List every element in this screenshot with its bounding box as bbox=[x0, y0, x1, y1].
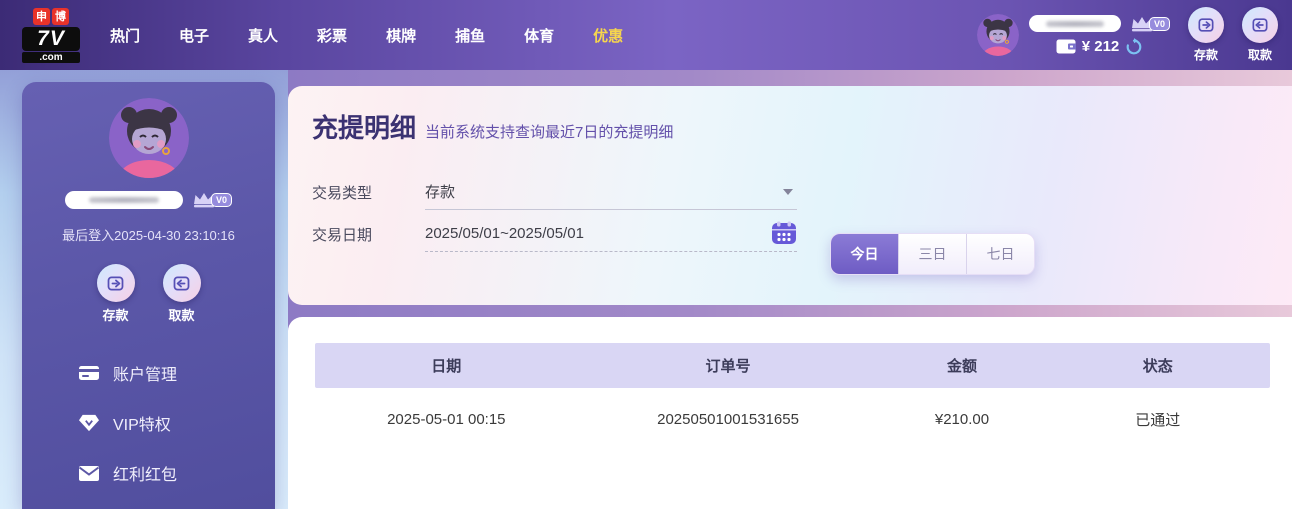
site-logo[interactable]: 申 博 7V .com bbox=[22, 7, 80, 63]
date-range-quick-buttons: 今日 三日 七日 bbox=[830, 233, 1035, 275]
avatar-illustration bbox=[976, 14, 1019, 56]
transaction-date-row: 交易日期 2025/05/01~2025/05/01 bbox=[312, 217, 1292, 252]
header-status: 状态 bbox=[1142, 358, 1173, 375]
vip-level: V0 bbox=[1129, 15, 1170, 33]
nav-item-sports[interactable]: 体育 bbox=[524, 25, 554, 46]
table-row: 2025-05-01 00:15 20250501001531655 ¥210.… bbox=[315, 388, 1270, 450]
sidebar-username-pill bbox=[64, 191, 183, 209]
logo-name: 7V bbox=[22, 26, 80, 51]
nav-item-fishing[interactable]: 捕鱼 bbox=[455, 25, 485, 46]
cell-order-no: 20250501001531655 bbox=[657, 410, 799, 428]
page-subtitle: 当前系统支持查询最近7日的充提明细 bbox=[425, 124, 674, 141]
deposit-icon bbox=[96, 264, 135, 302]
balance-row: ¥ 212 bbox=[1029, 37, 1170, 56]
sidebar-quick-actions: 存款 取款 bbox=[22, 264, 275, 324]
range-button-today[interactable]: 今日 bbox=[831, 234, 899, 274]
nav-withdraw-button[interactable]: 取款 bbox=[1242, 7, 1278, 63]
username-pill[interactable] bbox=[1028, 15, 1121, 32]
sidebar-withdraw-button[interactable]: 取款 bbox=[162, 264, 201, 324]
username-blurred bbox=[1046, 20, 1104, 27]
vip-badge: V0 bbox=[1148, 16, 1170, 31]
logo-badge-left: 申 bbox=[33, 7, 50, 25]
filter-panel: 充提明细 当前系统支持查询最近7日的充提明细 交易类型 存款 交易日期 2025… bbox=[288, 86, 1292, 305]
title-row: 充提明细 当前系统支持查询最近7日的充提明细 bbox=[288, 86, 1292, 145]
calendar-icon[interactable] bbox=[771, 221, 797, 245]
withdraw-label: 取款 bbox=[1247, 48, 1272, 62]
sidebar-vip-badge: V0 bbox=[210, 193, 232, 207]
refresh-balance-icon[interactable] bbox=[1125, 37, 1143, 56]
nav-deposit-button[interactable]: 存款 bbox=[1188, 7, 1224, 63]
withdraw-label: 取款 bbox=[168, 308, 195, 323]
wallet-icon bbox=[1056, 39, 1076, 54]
page-title: 充提明细 bbox=[312, 113, 417, 143]
withdraw-icon bbox=[162, 264, 201, 302]
sidebar-item-label: 红利红包 bbox=[113, 467, 178, 484]
cell-amount: ¥210.00 bbox=[934, 410, 990, 428]
chevron-down-icon bbox=[783, 188, 793, 195]
range-button-3days[interactable]: 三日 bbox=[899, 234, 967, 274]
sidebar-vip-level: V0 bbox=[191, 191, 232, 209]
username-row: V0 bbox=[1028, 15, 1170, 33]
nav-item-board[interactable]: 棋牌 bbox=[386, 25, 416, 46]
date-range-value: 2025/05/01~2025/05/01 bbox=[425, 225, 584, 242]
deposit-icon bbox=[1188, 7, 1224, 43]
sidebar-item-label: VIP特权 bbox=[113, 417, 171, 434]
transaction-type-select[interactable]: 存款 bbox=[425, 175, 797, 210]
table-header-row: 日期 订单号 金额 状态 bbox=[315, 343, 1270, 388]
withdraw-icon bbox=[1242, 7, 1278, 43]
sidebar-avatar-illustration bbox=[108, 98, 189, 178]
navbar-user-area: V0 ¥ 212 存款 取款 bbox=[976, 7, 1278, 63]
header-amount: 金额 bbox=[946, 358, 977, 375]
avatar[interactable] bbox=[976, 14, 1019, 56]
sidebar-username-row: V0 bbox=[22, 191, 275, 209]
cell-date: 2025-05-01 00:15 bbox=[387, 410, 506, 428]
user-meta: V0 ¥ 212 bbox=[1028, 15, 1170, 56]
sidebar-deposit-button[interactable]: 存款 bbox=[96, 264, 135, 324]
sidebar-item-label: 账户管理 bbox=[113, 367, 178, 384]
sidebar-menu: 账户管理 VIP特权 红利红包 bbox=[22, 348, 275, 498]
sidebar-item-vip[interactable]: VIP特权 bbox=[22, 398, 275, 448]
nav-item-live[interactable]: 真人 bbox=[248, 25, 278, 46]
main-content: 充提明细 当前系统支持查询最近7日的充提明细 交易类型 存款 交易日期 2025… bbox=[288, 70, 1292, 509]
top-navbar: 申 博 7V .com 热门 电子 真人 彩票 棋牌 捕鱼 体育 优惠 V0 ¥… bbox=[0, 0, 1292, 70]
balance-amount: ¥ 212 bbox=[1081, 38, 1120, 55]
range-button-7days[interactable]: 七日 bbox=[967, 234, 1034, 274]
main-nav: 热门 电子 真人 彩票 棋牌 捕鱼 体育 优惠 bbox=[110, 25, 623, 46]
sidebar-username-blurred bbox=[88, 197, 160, 203]
deposit-label: 存款 bbox=[102, 308, 129, 323]
logo-badge-right: 博 bbox=[52, 7, 69, 25]
sidebar-avatar[interactable] bbox=[108, 98, 189, 178]
nav-item-slots[interactable]: 电子 bbox=[179, 25, 209, 46]
page: 申 博 7V .com 热门 电子 真人 彩票 棋牌 捕鱼 体育 优惠 V0 ¥… bbox=[0, 0, 1292, 509]
bank-card-icon bbox=[79, 366, 99, 380]
deposit-label: 存款 bbox=[1193, 48, 1218, 62]
nav-item-promo[interactable]: 优惠 bbox=[593, 25, 623, 46]
sidebar: V0 最后登入2025-04-30 23:10:16 存款 取款 账户管理 VI… bbox=[22, 82, 275, 509]
header-date: 日期 bbox=[431, 358, 462, 375]
date-range-input[interactable]: 2025/05/01~2025/05/01 bbox=[425, 217, 797, 252]
transaction-type-label: 交易类型 bbox=[312, 184, 373, 202]
cell-status: 已通过 bbox=[1135, 411, 1181, 429]
last-login-text: 最后登入2025-04-30 23:10:16 bbox=[62, 228, 235, 243]
nav-item-lottery[interactable]: 彩票 bbox=[317, 25, 347, 46]
vip-gem-icon bbox=[79, 414, 99, 432]
header-order-no: 订单号 bbox=[705, 358, 751, 375]
red-packet-icon bbox=[78, 465, 100, 481]
transaction-type-row: 交易类型 存款 bbox=[312, 175, 1292, 210]
nav-item-hot[interactable]: 热门 bbox=[110, 25, 140, 46]
records-panel: 日期 订单号 金额 状态 2025-05-01 00:15 2025050100… bbox=[288, 317, 1292, 509]
transaction-date-label: 交易日期 bbox=[312, 226, 373, 244]
sidebar-item-bonus[interactable]: 红利红包 bbox=[22, 448, 275, 498]
logo-tld: .com bbox=[22, 51, 80, 63]
records-table: 日期 订单号 金额 状态 2025-05-01 00:15 2025050100… bbox=[315, 343, 1270, 450]
logo-badges: 申 博 bbox=[22, 7, 80, 25]
sidebar-item-account[interactable]: 账户管理 bbox=[22, 348, 275, 398]
transaction-type-value: 存款 bbox=[425, 184, 456, 201]
